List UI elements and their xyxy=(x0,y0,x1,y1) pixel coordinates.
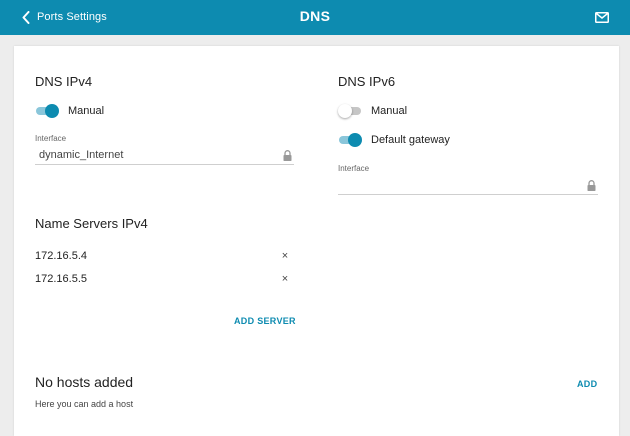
lock-icon xyxy=(283,149,292,161)
ipv6-interface-label: Interface xyxy=(338,164,370,173)
ipv4-manual-label: Manual xyxy=(68,105,105,117)
ipv4-manual-toggle-row: Manual xyxy=(35,103,104,119)
ipv4-interface-value: dynamic_Internet xyxy=(39,149,124,161)
server-ip: 172.16.5.5 xyxy=(35,273,87,285)
add-host-button[interactable]: ADD xyxy=(577,379,597,389)
ipv6-manual-switch[interactable] xyxy=(338,103,362,119)
top-bar: Ports Settings DNS xyxy=(0,0,630,35)
ipv6-manual-toggle-row: Manual xyxy=(338,103,407,119)
server-row: 172.16.5.5 × xyxy=(35,272,291,286)
ipv6-default-gateway-switch[interactable] xyxy=(338,132,362,148)
dns-ipv4-title: DNS IPv4 xyxy=(35,74,93,89)
ipv6-interface-field[interactable] xyxy=(338,176,598,195)
ipv6-default-gateway-label: Default gateway xyxy=(371,134,450,146)
hosts-title: No hosts added xyxy=(35,374,134,390)
mail-button[interactable] xyxy=(595,10,609,28)
ipv6-gateway-toggle-row: Default gateway xyxy=(338,132,450,148)
ipv4-interface-field[interactable]: dynamic_Internet xyxy=(35,146,294,165)
lock-icon xyxy=(587,179,596,191)
dns-ipv6-title: DNS IPv6 xyxy=(338,74,396,89)
hosts-subtitle: Here you can add a host xyxy=(35,399,134,409)
ipv4-interface-label: Interface xyxy=(35,134,67,143)
mail-icon xyxy=(595,12,609,23)
server-ip: 172.16.5.4 xyxy=(35,250,87,262)
page-title: DNS xyxy=(299,8,331,24)
add-server-button[interactable]: ADD SERVER xyxy=(234,316,296,326)
remove-server-button[interactable]: × xyxy=(279,250,291,262)
ipv4-manual-switch[interactable] xyxy=(35,103,59,119)
content-card: DNS IPv4 Manual Interface dynamic_Intern… xyxy=(14,46,619,436)
name-servers-title: Name Servers IPv4 xyxy=(35,216,148,231)
name-servers-list: 172.16.5.4 × 172.16.5.5 × xyxy=(35,249,291,286)
ipv6-manual-label: Manual xyxy=(371,105,408,117)
remove-server-button[interactable]: × xyxy=(279,273,291,285)
server-row: 172.16.5.4 × xyxy=(35,249,291,263)
